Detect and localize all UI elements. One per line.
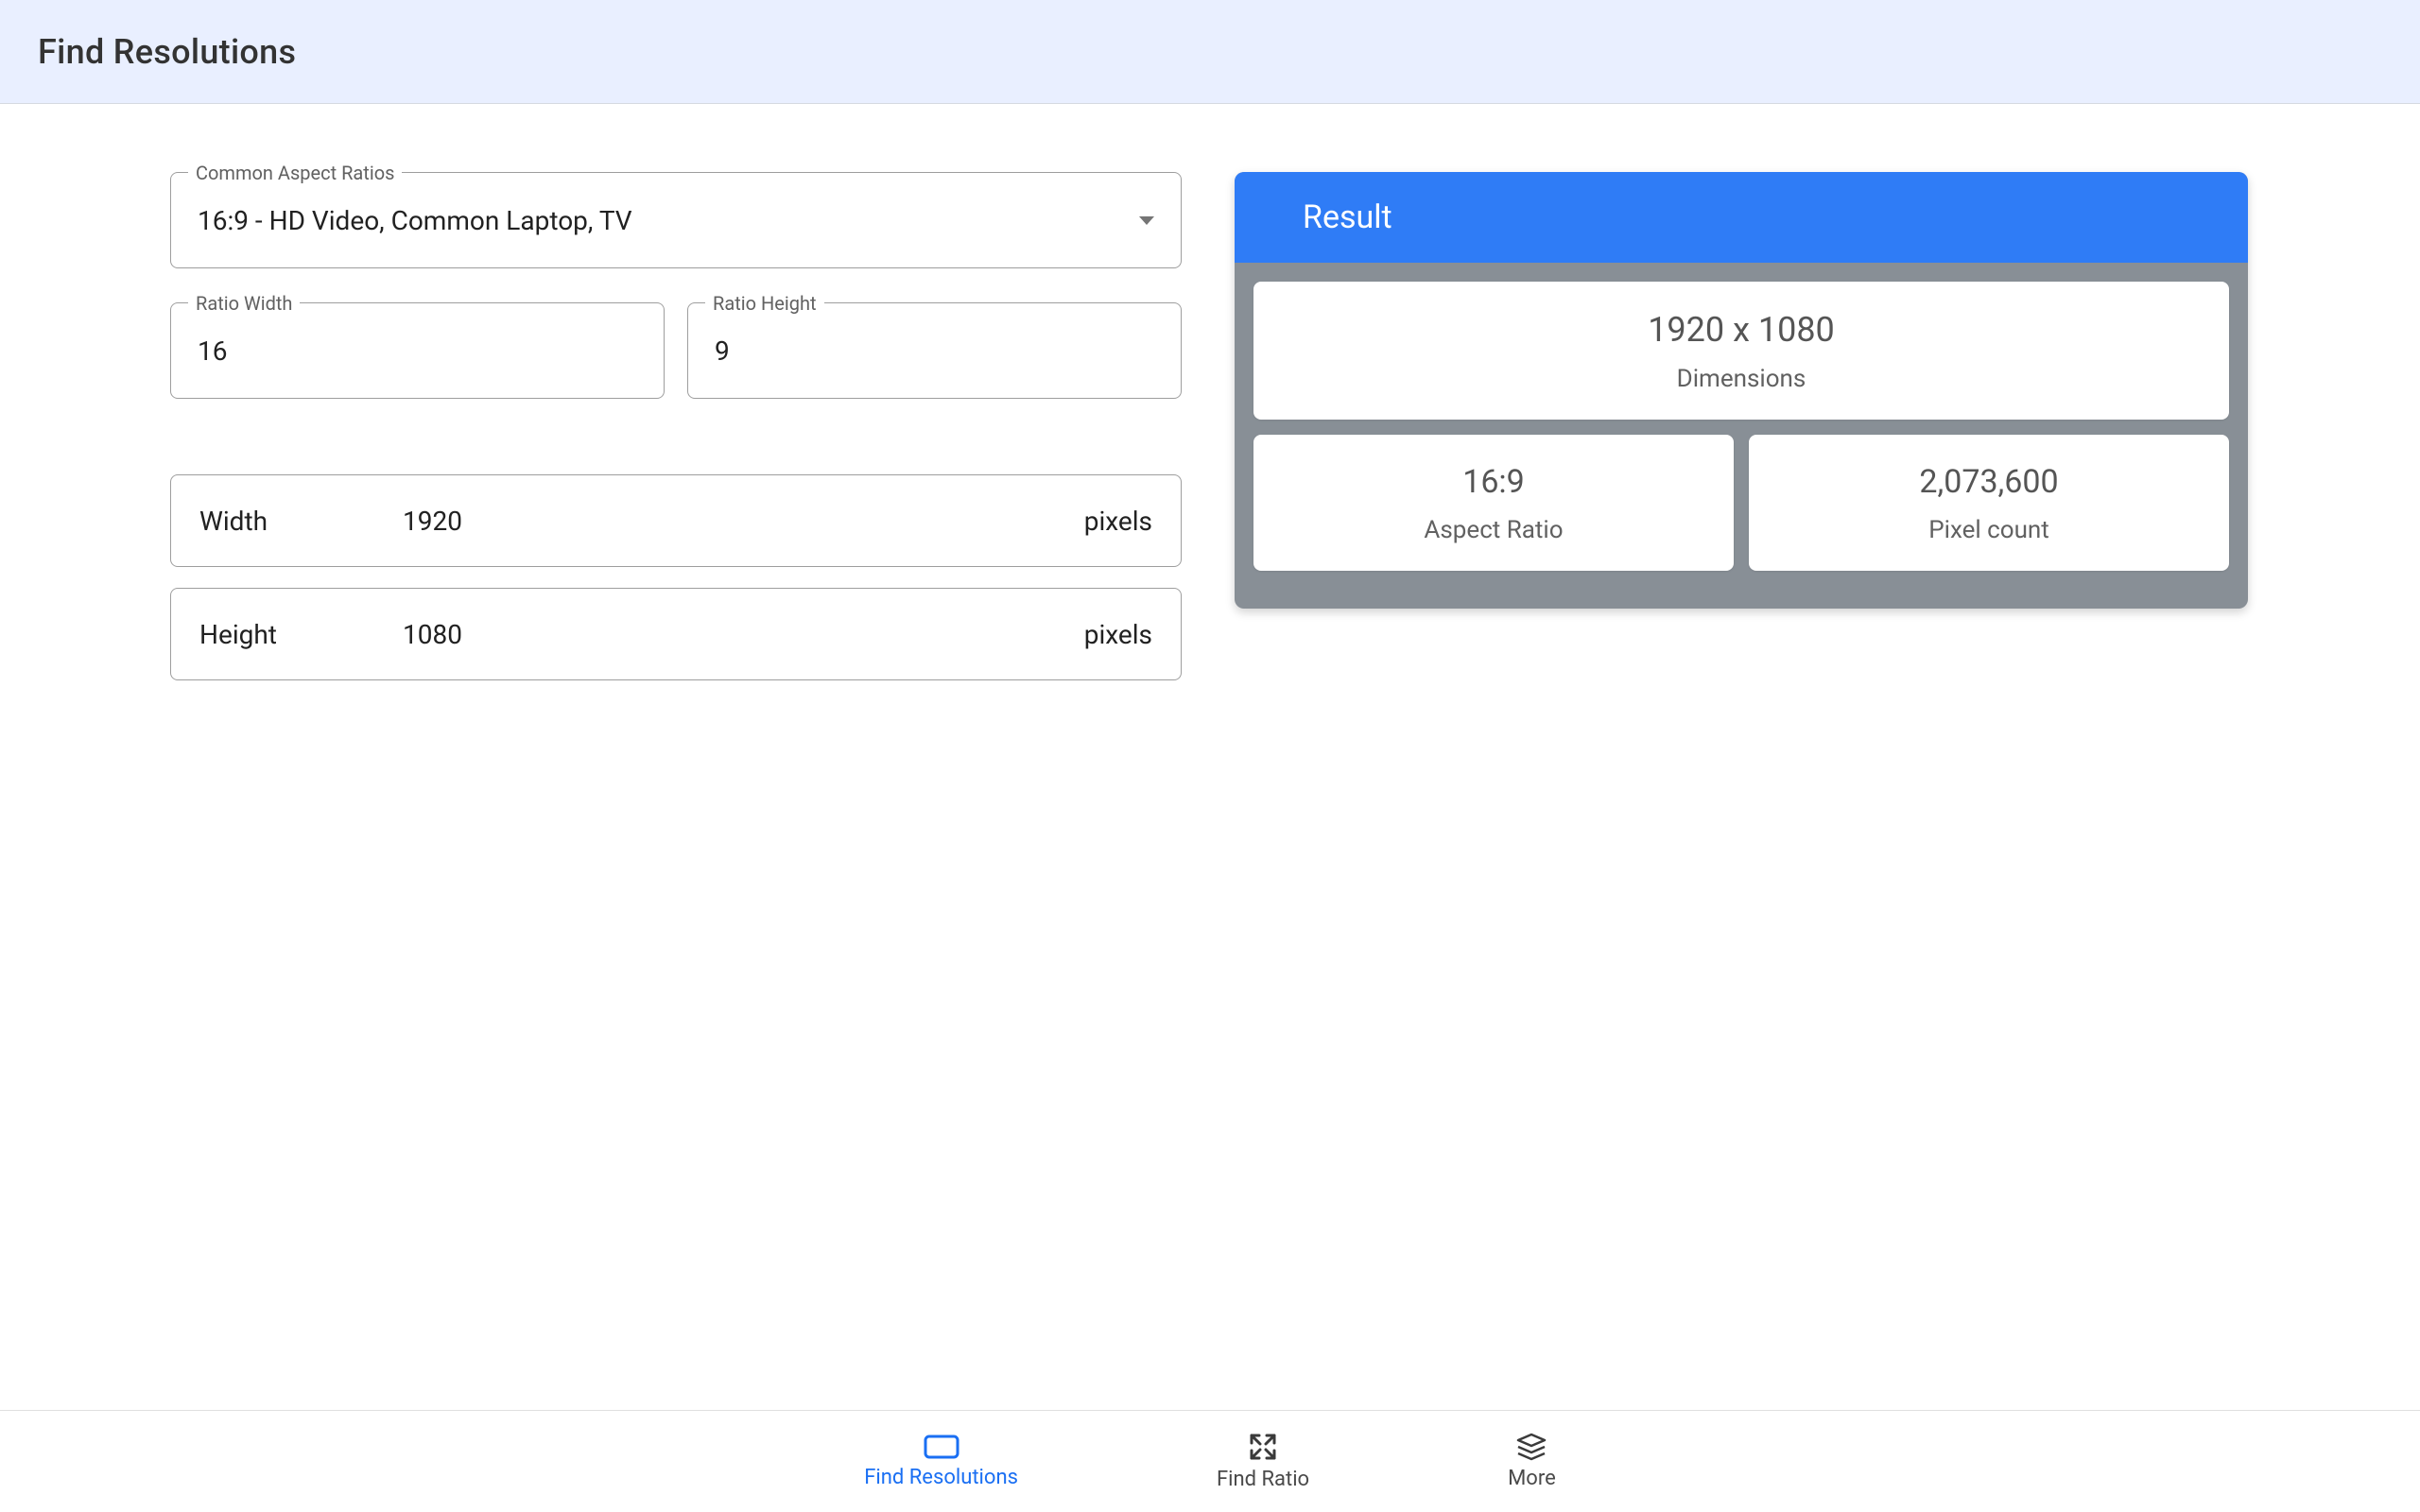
width-unit: pixels — [1084, 506, 1152, 537]
pixel-count-value: 2,073,600 — [1919, 463, 2058, 501]
aspect-ratio-tile: 16:9 Aspect Ratio — [1253, 435, 1734, 571]
page-title: Find Resolutions — [38, 32, 296, 72]
input-column: Common Aspect Ratios 16:9 - HD Video, Co… — [170, 172, 1182, 701]
nav-more[interactable]: More — [1508, 1433, 1556, 1490]
app-header: Find Resolutions — [0, 0, 2420, 104]
nav-label: Find Ratio — [1217, 1468, 1309, 1491]
nav-label: Find Resolutions — [864, 1466, 1018, 1489]
width-input[interactable] — [403, 506, 1084, 537]
layers-icon — [1515, 1433, 1547, 1461]
pixel-count-tile: 2,073,600 Pixel count — [1749, 435, 2229, 571]
result-column: Result 1920 x 1080 Dimensions 16:9 Aspec… — [1235, 172, 2248, 701]
result-header: Result — [1235, 172, 2248, 263]
rectangle-icon — [923, 1434, 960, 1460]
aspect-ratio-caption: Aspect Ratio — [1424, 516, 1563, 544]
nav-find-ratio[interactable]: Find Ratio — [1217, 1432, 1309, 1491]
pixel-count-caption: Pixel count — [1928, 516, 2049, 544]
aspect-ratio-select-label: Common Aspect Ratios — [188, 162, 402, 184]
bottom-nav: Find Resolutions Find Ratio More — [0, 1410, 2420, 1512]
height-input[interactable] — [403, 619, 1084, 650]
dimensions-caption: Dimensions — [1677, 365, 1806, 393]
nav-label: More — [1508, 1467, 1556, 1490]
ratio-width-fieldset: Ratio Width — [170, 302, 665, 399]
ratio-width-input[interactable] — [198, 335, 637, 367]
ratio-height-fieldset: Ratio Height — [687, 302, 1182, 399]
height-unit: pixels — [1084, 619, 1152, 650]
chevron-down-icon — [1139, 216, 1154, 225]
result-title: Result — [1303, 198, 1392, 236]
ratio-width-label: Ratio Width — [188, 292, 300, 315]
dimensions-tile: 1920 x 1080 Dimensions — [1253, 282, 2229, 420]
result-card: Result 1920 x 1080 Dimensions 16:9 Aspec… — [1235, 172, 2248, 609]
ratio-height-input[interactable] — [715, 335, 1154, 367]
aspect-ratio-select[interactable]: Common Aspect Ratios 16:9 - HD Video, Co… — [170, 172, 1182, 268]
main-content: Common Aspect Ratios 16:9 - HD Video, Co… — [0, 104, 2420, 701]
aspect-ratio-select-value: 16:9 - HD Video, Common Laptop, TV — [198, 205, 1139, 236]
nav-find-resolutions[interactable]: Find Resolutions — [864, 1434, 1018, 1489]
height-label: Height — [199, 619, 403, 650]
width-label: Width — [199, 506, 403, 537]
ratio-height-label: Ratio Height — [705, 292, 824, 315]
width-box: Width pixels — [170, 474, 1182, 567]
dimensions-value: 1920 x 1080 — [1648, 310, 1835, 350]
aspect-ratio-value: 16:9 — [1462, 463, 1525, 501]
height-box: Height pixels — [170, 588, 1182, 680]
expand-icon — [1248, 1432, 1278, 1462]
